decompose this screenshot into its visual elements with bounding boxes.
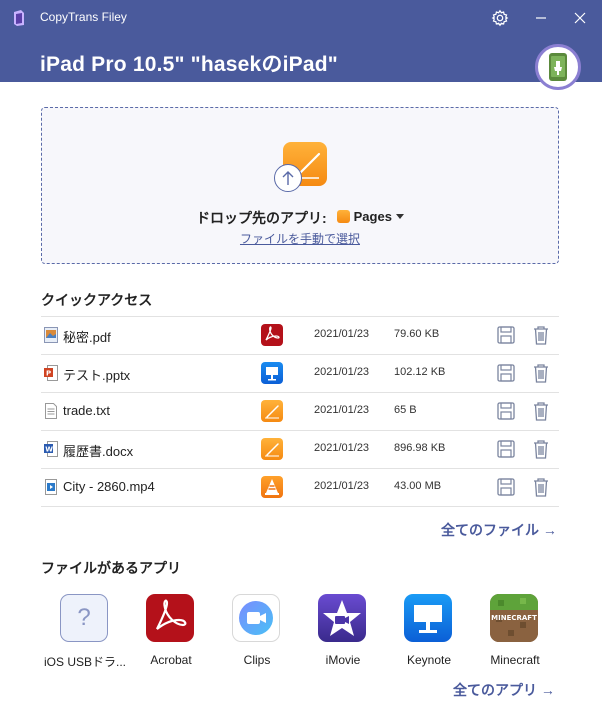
device-connection-badge[interactable] <box>535 44 581 90</box>
file-size: 65 B <box>394 404 417 416</box>
minecraft-logo-text: MINECRAFT <box>491 614 537 622</box>
chevron-down-icon <box>395 213 404 219</box>
save-icon[interactable] <box>497 440 515 458</box>
pages-icon <box>261 400 283 422</box>
file-name: City - 2860.mp4 <box>63 479 155 494</box>
quick-access-list: 秘密.pdf 2021/01/23 79.60 KB P テスト.pptx 20… <box>41 316 559 507</box>
file-row[interactable]: City - 2860.mp4 2021/01/23 43.00 MB <box>41 469 559 507</box>
manual-select-link[interactable]: ファイルを手動で選択 <box>42 230 558 247</box>
quick-access-title: クイックアクセス <box>41 292 153 308</box>
file-row[interactable]: 秘密.pdf 2021/01/23 79.60 KB <box>41 316 559 355</box>
file-name: trade.txt <box>63 403 110 418</box>
file-date: 2021/01/23 <box>314 366 370 378</box>
trash-icon[interactable] <box>532 401 550 421</box>
acrobat-icon <box>146 594 194 642</box>
gear-icon <box>491 9 509 27</box>
device-usb-icon <box>549 53 567 81</box>
device-header: iPad Pro 10.5" "hasekのiPad" <box>0 36 602 82</box>
target-app-dropdown[interactable]: Pages <box>336 209 404 224</box>
all-apps-link[interactable]: 全てのアプリ → <box>453 680 555 700</box>
target-app-name: Pages <box>353 209 392 224</box>
drop-target-row: ドロップ先のアプリ: Pages <box>42 208 558 228</box>
file-size: 102.12 KB <box>394 366 446 378</box>
close-button[interactable] <box>567 6 593 30</box>
drop-target-label: ドロップ先のアプリ: <box>196 210 327 226</box>
file-size: 43.00 MB <box>394 480 442 492</box>
app-tile-clips[interactable]: Clips <box>212 594 302 672</box>
app-tile-imovie[interactable]: iMovie <box>298 594 388 672</box>
trash-icon[interactable] <box>532 363 550 383</box>
window-title: CopyTrans Filey <box>40 10 127 24</box>
app-label: Minecraft <box>490 653 540 667</box>
file-name: 秘密.pdf <box>63 330 111 345</box>
file-size: 896.98 KB <box>394 442 446 454</box>
app-tile-ios-usb-drive[interactable]: ? iOS USBドラ... <box>40 594 130 672</box>
file-row[interactable]: W 履歴書.docx 2021/01/23 896.98 KB <box>41 431 559 469</box>
close-icon <box>574 12 586 24</box>
app-tile-minecraft[interactable]: MINECRAFT Minecraft <box>470 594 560 672</box>
save-icon[interactable] <box>497 364 515 382</box>
clips-icon <box>232 594 280 642</box>
upload-arrow-icon <box>274 164 302 192</box>
file-size: 79.60 KB <box>394 328 440 340</box>
file-date: 2021/01/23 <box>314 328 370 340</box>
save-icon[interactable] <box>497 402 515 420</box>
keynote-icon <box>404 594 452 642</box>
minecraft-icon: MINECRAFT <box>490 594 538 642</box>
save-icon[interactable] <box>497 478 515 496</box>
save-icon[interactable] <box>497 326 515 344</box>
copytrans-logo-icon <box>14 10 24 26</box>
app-tile-acrobat[interactable]: Acrobat <box>126 594 216 672</box>
file-date: 2021/01/23 <box>314 442 370 454</box>
file-name: 履歴書.docx <box>63 444 134 459</box>
pages-icon <box>336 210 350 223</box>
imovie-icon <box>318 594 366 642</box>
trash-icon[interactable] <box>532 439 550 459</box>
app-tile-keynote[interactable]: Keynote <box>384 594 474 672</box>
apps-section-title: ファイルがあるアプリ <box>41 560 181 576</box>
text-file-icon <box>45 403 57 419</box>
apps-grid: ? iOS USBドラ... Acrobat Clips iMovie Keyn… <box>40 594 560 674</box>
trash-icon[interactable] <box>532 477 550 497</box>
word-file-icon: W <box>44 441 58 457</box>
file-row[interactable]: trade.txt 2021/01/23 65 B <box>41 393 559 431</box>
manual-select-link-text[interactable]: ファイルを手動で選択 <box>240 232 360 246</box>
minimize-icon <box>536 17 546 19</box>
question-mark-icon: ? <box>60 594 108 642</box>
svg-text:W: W <box>45 446 53 454</box>
file-date: 2021/01/23 <box>314 480 370 492</box>
file-name: テスト.pptx <box>63 368 131 383</box>
file-row[interactable]: P テスト.pptx 2021/01/23 102.12 KB <box>41 355 559 393</box>
file-date: 2021/01/23 <box>314 404 370 416</box>
pages-icon <box>261 438 283 460</box>
device-name: iPad Pro 10.5" "hasekのiPad" <box>40 53 338 76</box>
keynote-icon <box>261 362 283 384</box>
svg-text:P: P <box>46 370 51 378</box>
image-file-icon <box>44 327 58 343</box>
title-bar: CopyTrans Filey <box>0 0 602 36</box>
trash-icon[interactable] <box>532 325 550 345</box>
settings-button[interactable] <box>487 6 513 30</box>
acrobat-icon <box>261 324 283 346</box>
minimize-button[interactable] <box>528 6 554 30</box>
vlc-icon <box>261 476 283 498</box>
all-files-link[interactable]: 全てのファイル → <box>441 520 557 540</box>
drop-zone[interactable]: ドロップ先のアプリ: Pages ファイルを手動で選択 <box>41 107 559 264</box>
powerpoint-file-icon: P <box>44 365 58 381</box>
video-file-icon <box>45 479 57 495</box>
